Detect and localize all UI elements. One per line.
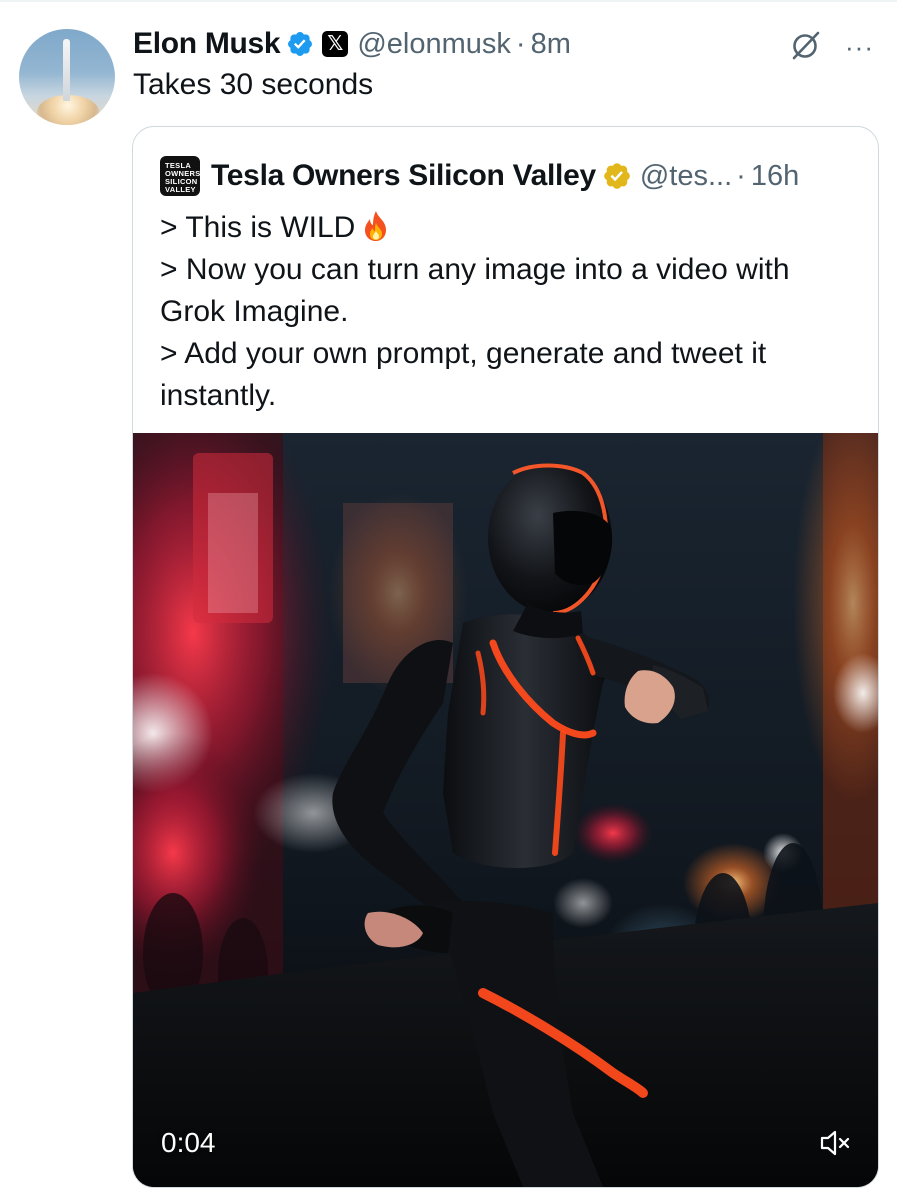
video-timestamp: 0:04	[161, 1127, 216, 1158]
quoted-text-line: > Now you can turn any image into a vide…	[160, 253, 790, 286]
author-handle[interactable]: @elonmusk	[357, 28, 511, 61]
quoted-tweet-time[interactable]: 16h	[751, 160, 799, 193]
quoted-text-line: Grok Imagine.	[160, 295, 349, 328]
volume-muted-icon[interactable]	[819, 1129, 851, 1157]
verified-gold-badge-icon[interactable]	[602, 161, 632, 191]
avatar-line: VALLEY	[165, 185, 196, 194]
fire-icon	[365, 211, 387, 241]
quoted-text-line: > Add your own prompt, generate and twee…	[160, 337, 767, 370]
quoted-tweet-text: > This is WILD > Now you can turn any im…	[160, 207, 860, 417]
grok-icon[interactable]	[789, 28, 823, 62]
author-name[interactable]: Elon Musk	[133, 27, 281, 61]
quoted-author-name[interactable]: Tesla Owners Silicon Valley	[211, 159, 596, 193]
video-frame	[133, 433, 878, 1187]
video-player[interactable]: 0:04	[133, 433, 878, 1187]
tweet[interactable]: Elon Musk 𝕏 @elonmusk · 8m ··· Takes 30 …	[0, 0, 897, 1200]
quoted-text-line: > This is WILD	[160, 207, 860, 249]
x-logo-icon[interactable]: 𝕏	[322, 31, 349, 57]
verified-badge-icon[interactable]	[286, 30, 314, 58]
more-horizontal-icon[interactable]: ···	[845, 32, 877, 62]
rocket-icon	[63, 39, 70, 101]
quoted-author-avatar[interactable]: TESLA OWNERS SILICON VALLEY	[160, 156, 200, 196]
divider	[0, 0, 897, 2]
tweet-header: Elon Musk 𝕏 @elonmusk · 8m	[133, 24, 571, 64]
separator-dot: ·	[736, 159, 746, 192]
quoted-tweet-header: Tesla Owners Silicon Valley @tes... · 16…	[211, 157, 799, 195]
quoted-author-handle[interactable]: @tes...	[640, 160, 732, 193]
quoted-tweet[interactable]: TESLA OWNERS SILICON VALLEY Tesla Owners…	[132, 126, 879, 1188]
tweet-text: Takes 30 seconds	[133, 68, 374, 101]
author-avatar[interactable]	[19, 29, 115, 125]
quoted-text-line: instantly.	[160, 379, 277, 412]
separator-dot: ·	[515, 27, 526, 60]
tweet-time[interactable]: 8m	[531, 28, 571, 61]
